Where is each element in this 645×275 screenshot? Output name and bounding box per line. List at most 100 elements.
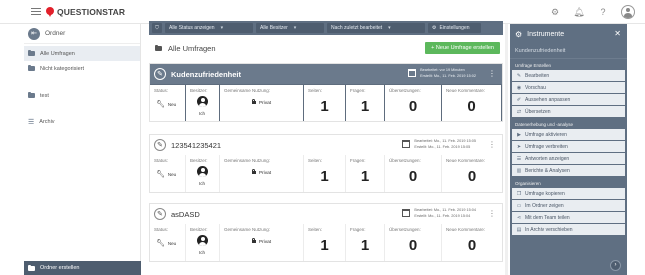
customize-look-button[interactable]: ✐ Aussehen anpassen xyxy=(512,94,625,105)
sidebar-item-label: Nicht kategorisiert xyxy=(40,65,85,72)
comments-label: Neue Kommentare: xyxy=(446,88,486,93)
settings-button[interactable]: ⚙ Einstellungen xyxy=(428,23,481,33)
sidebar-item-uncategorized[interactable]: Nicht kategorisiert xyxy=(24,61,140,76)
distribute-survey-button[interactable]: ➤ Umfrage verbreiten xyxy=(512,141,625,152)
usage-value: Privat xyxy=(258,101,272,106)
avatar xyxy=(197,235,208,246)
sort-select[interactable]: Nach zuletzt bearbeitet ▾ xyxy=(327,23,425,33)
survey-card[interactable]: ✎ asDASD Bearbeitet: Mo., 11. Feb. 2019 … xyxy=(149,203,503,262)
survey-stats: Status: 🔧︎ Neu Besitzer: Ich Gemeinsame N… xyxy=(150,224,502,261)
more-options-icon[interactable]: ⋮ xyxy=(488,141,496,149)
owner-filter-select[interactable]: Alle Besitzer ▾ xyxy=(256,23,324,33)
survey-dates: Bearbeitet: Mo., 11. Feb. 2019 15:05 Ers… xyxy=(402,138,476,150)
survey-title[interactable]: 123541235421 xyxy=(171,141,221,150)
comments-cell: Neue Kommentare: 0 xyxy=(442,155,502,192)
questions-cell: Fragen: 1 xyxy=(346,85,385,121)
questions-label: Fragen: xyxy=(350,158,366,163)
back-arrow-icon[interactable]: ⇤ xyxy=(28,27,40,40)
hamburger-menu-icon[interactable] xyxy=(31,8,41,15)
survey-title[interactable]: Kudenzufriedenheit xyxy=(171,70,241,79)
scrollbar[interactable] xyxy=(505,24,508,275)
settings-icon[interactable]: ⚙ xyxy=(549,6,561,18)
page-title: Alle Umfragen xyxy=(168,43,216,53)
status-cell: Status: 🔧︎ Neu xyxy=(150,224,186,261)
responses-value: 0 xyxy=(408,237,418,254)
responses-value: 0 xyxy=(408,98,418,115)
edit-survey-button[interactable]: ✎ Bearbeiten xyxy=(512,70,625,81)
translate-button[interactable]: ⇄ Übersetzen xyxy=(512,106,625,117)
activate-survey-button[interactable]: ▶ Umfrage aktivieren xyxy=(512,129,625,140)
button-label: Mit dem Team teilen xyxy=(525,214,570,221)
usage-label: Gemeinsame Nutzung: xyxy=(224,88,271,93)
survey-title[interactable]: asDASD xyxy=(171,210,200,219)
create-folder-button[interactable]: Ordner erstellen xyxy=(24,261,141,275)
status-cell: Status: 🔧︎ Neu xyxy=(150,85,186,121)
survey-card[interactable]: ✎ 123541235421 Bearbeitet: Mo., 11. Feb.… xyxy=(149,134,503,193)
copy-survey-button[interactable]: ❐ Umfrage kopieren xyxy=(512,188,625,199)
status-filter-label: Alle Status anzeigen xyxy=(169,25,215,31)
new-survey-button[interactable]: + Neue Umfrage erstellen xyxy=(425,42,500,54)
calendar-icon xyxy=(408,69,417,77)
owner-value: Ich xyxy=(199,111,206,116)
instruments-subtitle: Kundenzufriedenheit xyxy=(510,44,627,59)
send-icon: ➤ xyxy=(516,143,522,150)
status-value: Neu xyxy=(167,101,177,107)
folder-sidebar: ⇤ Ordner Alle Umfragen Nicht kategorisie… xyxy=(24,24,141,275)
show-responses-button[interactable]: ☰ Antworten anzeigen xyxy=(512,153,625,164)
show-in-folder-button[interactable]: ▭ Im Ordner zeigen xyxy=(512,200,625,211)
brush-icon: ✐ xyxy=(516,96,522,103)
calendar-icon xyxy=(402,209,411,217)
survey-card-header: ✎ 123541235421 Bearbeitet: Mo., 11. Feb.… xyxy=(150,135,502,155)
survey-dates: Bearbeitet: Mo., 11. Feb. 2019 15:04 Ers… xyxy=(402,207,476,219)
survey-card[interactable]: ✎ Kudenzufriedenheit Bearbeitet: vor 19 … xyxy=(149,63,503,122)
pages-label: Seiten: xyxy=(308,227,323,232)
play-icon: ▶ xyxy=(517,131,521,138)
sidebar-item-all-surveys[interactable]: Alle Umfragen xyxy=(24,46,140,61)
sidebar-item-archive[interactable]: ☰ Archiv xyxy=(24,114,140,129)
button-label: Vorschau xyxy=(525,84,546,91)
button-label: Übersetzen xyxy=(525,108,551,115)
bell-icon[interactable]: 🔔︎ xyxy=(573,6,585,18)
filter-toggle-button[interactable]: ⛉ xyxy=(152,23,162,33)
chevron-right-icon[interactable]: › xyxy=(610,260,621,271)
owner-label: Besitzer: xyxy=(190,88,208,93)
usage-cell: Gemeinsame Nutzung: Privat xyxy=(220,85,304,121)
owner-value: Ich xyxy=(199,181,206,186)
pages-label: Seiten: xyxy=(308,158,323,163)
button-label: Im Ordner zeigen xyxy=(525,202,564,209)
share-team-button[interactable]: ⋖ Mit dem Team teilen xyxy=(512,212,625,223)
responses-value: 0 xyxy=(408,168,418,185)
button-label: Umfrage kopieren xyxy=(525,190,565,197)
created-date: Erstellt: Mo., 11. Feb. 2019 15:04 xyxy=(414,214,471,218)
filter-bar: ⛉ Alle Status anzeigen ▾ Alle Besitzer ▾… xyxy=(149,21,503,35)
more-options-icon[interactable]: ⋮ xyxy=(488,210,496,218)
status-value: Neu xyxy=(167,240,177,246)
move-to-archive-button[interactable]: ▤ In Archiv verschieben xyxy=(512,224,625,235)
section-heading: Organisieren xyxy=(515,181,541,186)
pages-label: Seiten: xyxy=(308,88,323,93)
pages-cell: Seiten: 1 xyxy=(304,224,346,261)
questions-label: Fragen: xyxy=(350,88,366,93)
button-label: Antworten anzeigen xyxy=(525,155,570,162)
help-icon[interactable]: ? xyxy=(597,6,609,18)
owner-cell: Besitzer: Ich xyxy=(186,85,220,121)
gear-icon: ⚙ xyxy=(515,29,523,39)
close-icon[interactable]: ✕ xyxy=(614,29,621,38)
comments-label: Neue Kommentare: xyxy=(446,227,486,232)
sidebar-item-test[interactable]: test xyxy=(24,88,140,103)
status-filter-select[interactable]: Alle Status anzeigen ▾ xyxy=(165,23,253,33)
more-options-icon[interactable]: ⋮ xyxy=(488,70,496,78)
owner-value: Ich xyxy=(199,250,206,255)
folder-icon xyxy=(28,264,35,271)
chart-icon: ▥ xyxy=(516,167,522,174)
preview-button[interactable]: ◉ Vorschau xyxy=(512,82,625,93)
wrench-icon: 🔧︎ xyxy=(156,171,165,178)
logo[interactable]: QUESTIONSTAR xyxy=(46,6,125,17)
reports-button[interactable]: ▥ Berichte & Analysen xyxy=(512,165,625,176)
edit-pencil-icon[interactable]: ✎ xyxy=(154,139,166,151)
responses-cell: Übersetzungen: 0 xyxy=(385,224,442,261)
section-heading: Umfrage Erstellen xyxy=(515,63,552,68)
edit-pencil-icon[interactable]: ✎ xyxy=(154,208,166,220)
edit-pencil-icon[interactable]: ✎ xyxy=(154,68,166,80)
user-avatar-icon[interactable] xyxy=(621,5,635,19)
